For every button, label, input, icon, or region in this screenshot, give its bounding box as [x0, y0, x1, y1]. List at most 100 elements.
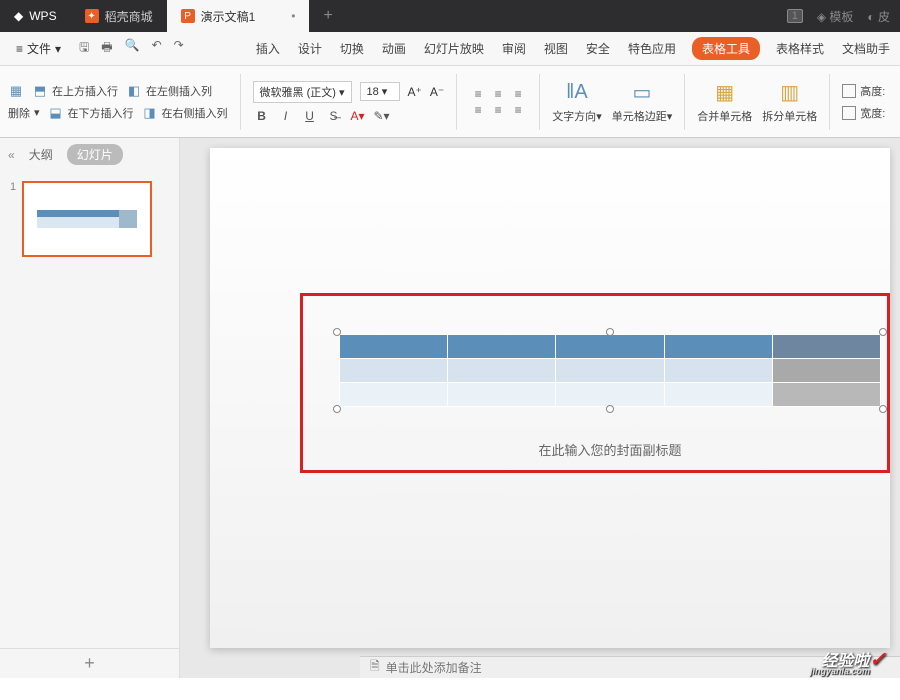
redo-icon[interactable]: ↷ — [172, 36, 186, 61]
merge-cells-button[interactable]: ▦ 合并单元格 — [697, 80, 752, 124]
underline-button[interactable]: U — [301, 109, 319, 123]
align-top-left-icon[interactable]: ≡ — [469, 87, 487, 101]
strikethrough-button[interactable]: S̶ — [325, 109, 343, 123]
add-slide-button[interactable]: + — [0, 648, 179, 678]
col-right-icon: ◨ — [142, 105, 158, 121]
menu-table-style[interactable]: 表格样式 — [774, 36, 826, 61]
dropdown-icon[interactable]: • — [291, 9, 295, 23]
table-row — [340, 335, 881, 359]
save-icon[interactable]: 🖫 — [77, 36, 91, 61]
bold-button[interactable]: B — [253, 109, 271, 123]
insert-col-right-button[interactable]: ◨在右侧插入列 — [142, 105, 228, 121]
resize-handle-icon[interactable] — [333, 405, 341, 413]
split-cells-button[interactable]: ▥ 拆分单元格 — [762, 80, 817, 124]
cell-margin-icon: ▭ — [629, 80, 655, 106]
col-left-icon: ◧ — [126, 83, 142, 99]
font-increase-icon[interactable]: A⁺ — [408, 85, 422, 99]
tab-store[interactable]: ✦ 稻壳商城 — [71, 0, 167, 32]
menu-bar: ≡ 文件 ▾ 🖫 🖶 🔍 ↶ ↷ 插入 设计 切换 动画 幻灯片放映 审阅 视图… — [0, 32, 900, 66]
menu-slideshow[interactable]: 幻灯片放映 — [422, 36, 486, 61]
presentation-icon: P — [181, 9, 195, 23]
height-label: 高度: — [860, 83, 885, 99]
menu-view[interactable]: 视图 — [542, 36, 570, 61]
align-mid-center-icon[interactable]: ≡ — [489, 103, 507, 117]
align-mid-right-icon[interactable]: ≡ — [509, 103, 527, 117]
watermark-url: jingyanla.com — [810, 666, 870, 676]
menu-animation[interactable]: 动画 — [380, 36, 408, 61]
menu-insert[interactable]: 插入 — [254, 36, 282, 61]
thumbnail-list[interactable]: 1 — [0, 171, 179, 648]
collapse-icon[interactable]: « — [8, 148, 15, 162]
slide[interactable]: 在此输入您的封面副标题 — [210, 148, 890, 648]
thumb-table-icon — [37, 210, 137, 228]
file-label: 文件 — [27, 40, 51, 57]
menu-tabs: 插入 设计 切换 动画 幻灯片放映 审阅 视图 安全 特色应用 表格工具 表格样… — [188, 36, 892, 61]
align-top-right-icon[interactable]: ≡ — [509, 87, 527, 101]
outline-tab[interactable]: 大纲 — [23, 144, 59, 165]
highlight-button[interactable]: ✎▾ — [373, 109, 391, 123]
new-tab-button[interactable]: + — [309, 7, 346, 25]
inserted-table[interactable] — [339, 334, 881, 407]
notification-badge[interactable]: 1 — [787, 9, 803, 23]
skin-link[interactable]: ◐ 皮 — [867, 8, 890, 25]
menu-transition[interactable]: 切换 — [338, 36, 366, 61]
notes-icon: 🗎 — [370, 657, 380, 678]
resize-handle-icon[interactable] — [606, 405, 614, 413]
resize-handle-icon[interactable] — [879, 405, 887, 413]
delete-button[interactable]: 删除▾ — [8, 105, 40, 121]
quick-access-toolbar: 🖫 🖶 🔍 ↶ ↷ — [77, 36, 186, 61]
workspace: « 大纲 幻灯片 1 + — [0, 138, 900, 678]
app-tab-wps[interactable]: ◆ WPS — [0, 0, 71, 32]
tab-document[interactable]: P 演示文稿1 • — [167, 0, 310, 32]
slide-thumbnail-1[interactable]: 1 — [10, 181, 169, 257]
tab-store-label: 稻壳商城 — [105, 8, 153, 25]
ribbon: ▦ ⬒在上方插入行 ◧在左侧插入列 删除▾ ⬓在下方插入行 ◨在右侧插入列 微软… — [0, 66, 900, 138]
thumb-number: 1 — [10, 181, 16, 257]
template-link[interactable]: ◈ 模板 — [817, 8, 854, 25]
font-size-select[interactable]: 18 ▾ — [360, 82, 400, 101]
font-decrease-icon[interactable]: A⁻ — [430, 85, 444, 99]
menu-review[interactable]: 审阅 — [500, 36, 528, 61]
menu-table-tools[interactable]: 表格工具 — [692, 37, 760, 60]
italic-button[interactable]: I — [277, 109, 295, 123]
font-name-select[interactable]: 微软雅黑 (正文) ▾ — [253, 81, 352, 103]
slides-tab[interactable]: 幻灯片 — [67, 144, 123, 165]
ribbon-group-size: 高度: 宽度: — [842, 83, 885, 121]
insert-row-above-button[interactable]: ⬒在上方插入行 — [32, 83, 118, 99]
preview-icon[interactable]: 🔍 — [123, 36, 142, 61]
menu-design[interactable]: 设计 — [296, 36, 324, 61]
text-direction-button[interactable]: ‖A 文字方向▾ — [552, 80, 602, 124]
notes-placeholder: 单击此处添加备注 — [386, 659, 482, 676]
insert-col-left-button[interactable]: ◧在左侧插入列 — [126, 83, 212, 99]
text-direction-icon: ‖A — [564, 80, 590, 106]
title-bar: ◆ WPS ✦ 稻壳商城 P 演示文稿1 • + 1 ◈ 模板 ◐ 皮 — [0, 0, 900, 32]
hamburger-icon: ≡ — [16, 42, 23, 56]
table-object[interactable]: 在此输入您的封面副标题 — [339, 334, 881, 407]
insert-row-below-button[interactable]: ⬓在下方插入行 — [48, 105, 134, 121]
print-icon[interactable]: 🖶 — [99, 36, 114, 61]
menu-doc-help[interactable]: 文档助手 — [840, 36, 892, 61]
undo-icon[interactable]: ↶ — [150, 36, 164, 61]
table-row — [340, 359, 881, 383]
titlebar-right: 1 ◈ 模板 ◐ 皮 — [787, 8, 900, 25]
merge-icon: ▦ — [712, 80, 738, 106]
file-menu[interactable]: ≡ 文件 ▾ — [8, 36, 69, 61]
resize-handle-icon[interactable] — [333, 328, 341, 336]
menu-security[interactable]: 安全 — [584, 36, 612, 61]
align-top-center-icon[interactable]: ≡ — [489, 87, 507, 101]
canvas[interactable]: 在此输入您的封面副标题 🗎 单击此处添加备注 经验啦✓ jingyanla.co… — [180, 138, 900, 678]
thumb-preview — [22, 181, 152, 257]
resize-handle-icon[interactable] — [606, 328, 614, 336]
cell-margin-button[interactable]: ▭ 单元格边距▾ — [612, 80, 673, 124]
table-icon[interactable]: ▦ — [8, 83, 24, 99]
flame-icon: ✦ — [85, 9, 99, 23]
font-color-button[interactable]: A▾ — [349, 109, 367, 123]
ribbon-group-font: 微软雅黑 (正文) ▾ 18 ▾ A⁺ A⁻ B I U S̶ A▾ ✎▾ — [253, 81, 445, 123]
subtitle-placeholder: 在此输入您的封面副标题 — [538, 440, 681, 459]
row-above-icon: ⬒ — [32, 83, 48, 99]
ribbon-group-table: ▦ ⬒在上方插入行 ◧在左侧插入列 删除▾ ⬓在下方插入行 ◨在右侧插入列 — [8, 83, 228, 121]
align-mid-left-icon[interactable]: ≡ — [469, 103, 487, 117]
menu-special[interactable]: 特色应用 — [626, 36, 678, 61]
resize-handle-icon[interactable] — [879, 328, 887, 336]
row-below-icon: ⬓ — [48, 105, 64, 121]
